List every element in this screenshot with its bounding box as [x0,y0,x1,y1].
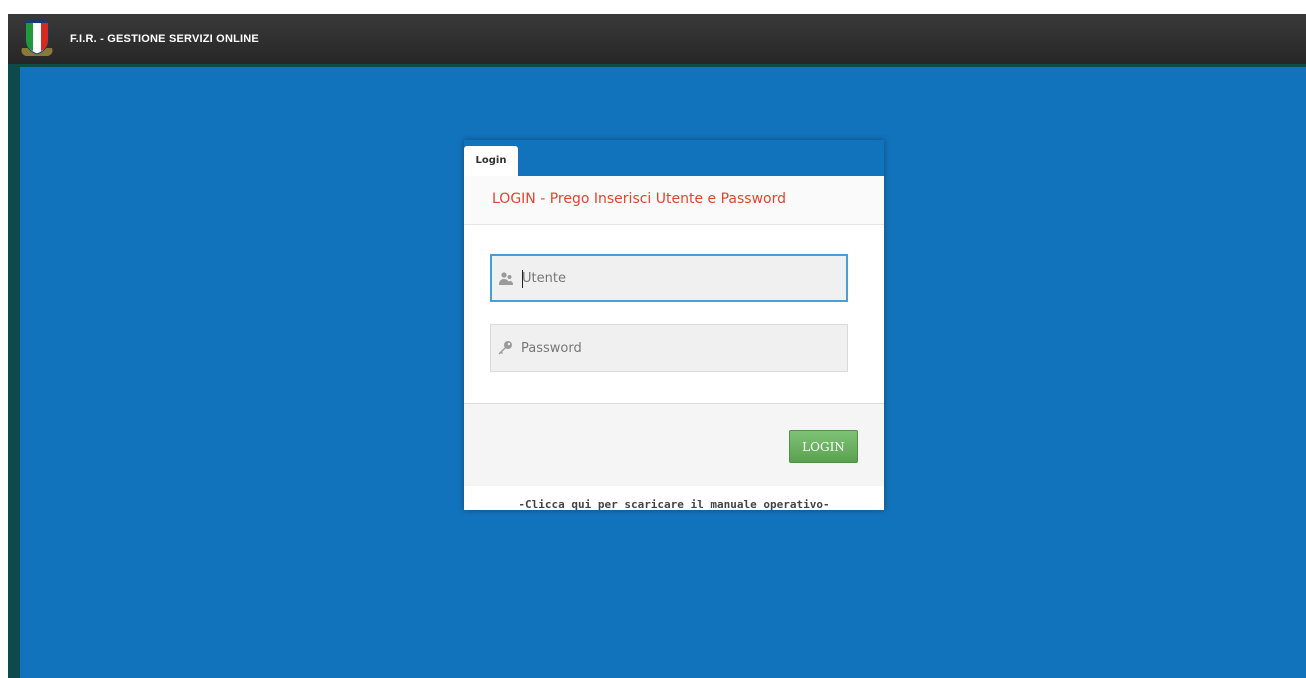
username-field-wrapper [490,254,848,302]
user-icon [499,272,513,285]
fir-shield-logo-icon [21,19,53,56]
password-field-wrapper [490,324,848,372]
login-form [464,225,884,404]
top-header-bar: F.I.R. - GESTIONE SERVIZI ONLINE [8,14,1306,67]
tab-login[interactable]: Login [464,146,518,176]
password-input[interactable] [521,325,841,371]
app-title: F.I.R. - GESTIONE SERVIZI ONLINE [70,33,259,45]
login-header: LOGIN - Prego Inserisci Utente e Passwor… [464,176,884,225]
username-input[interactable] [522,256,842,300]
manual-download-link[interactable]: -Clicca qui per scaricare il manuale ope… [464,498,884,510]
login-button[interactable]: LOGIN [789,430,858,463]
tab-strip: Login [464,140,884,176]
login-heading: LOGIN - Prego Inserisci Utente e Passwor… [492,191,786,207]
login-panel: Login LOGIN - Prego Inserisci Utente e P… [464,140,884,510]
login-footer: LOGIN [464,404,884,486]
key-icon [498,341,512,355]
text-caret [522,270,523,288]
